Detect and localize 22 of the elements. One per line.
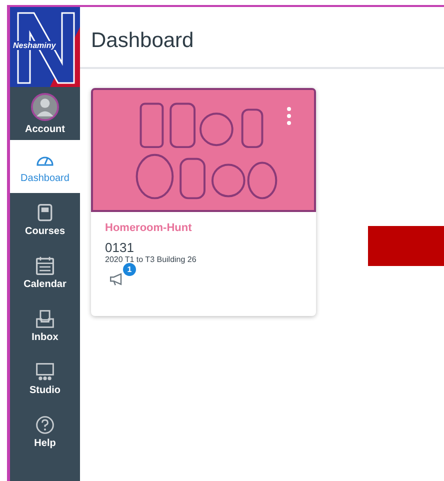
page-title: Dashboard	[80, 7, 444, 69]
count-badge: 1	[123, 263, 136, 276]
inbox-icon	[35, 308, 55, 328]
nav-item[interactable]: Account	[10, 87, 80, 140]
nav-item[interactable]: Inbox	[10, 299, 80, 352]
logo[interactable]: Neshaminy	[10, 7, 80, 87]
screen-icon	[35, 362, 55, 382]
nav-item[interactable]: Studio	[10, 352, 80, 405]
more-options-icon[interactable]	[286, 106, 292, 126]
help-icon	[35, 414, 55, 434]
nav-item[interactable]: Dashboard	[10, 140, 80, 193]
calendar-icon	[35, 256, 55, 276]
course-card[interactable]: Homeroom-Hunt 0131 2020 T1 to T3 Building 26 1	[91, 88, 316, 316]
logo-text: Neshaminy	[12, 41, 57, 50]
book-icon	[35, 202, 55, 222]
letter-logo-icon	[10, 7, 80, 87]
course-code: 0131	[105, 240, 135, 255]
avatar-icon	[31, 92, 59, 120]
nav-item[interactable]: Calendar	[10, 246, 80, 299]
course-term: 2020 T1 to T3 Building 26	[105, 255, 198, 264]
nav-item[interactable]: Help	[10, 405, 80, 458]
nav-item[interactable]: Courses	[10, 193, 80, 246]
